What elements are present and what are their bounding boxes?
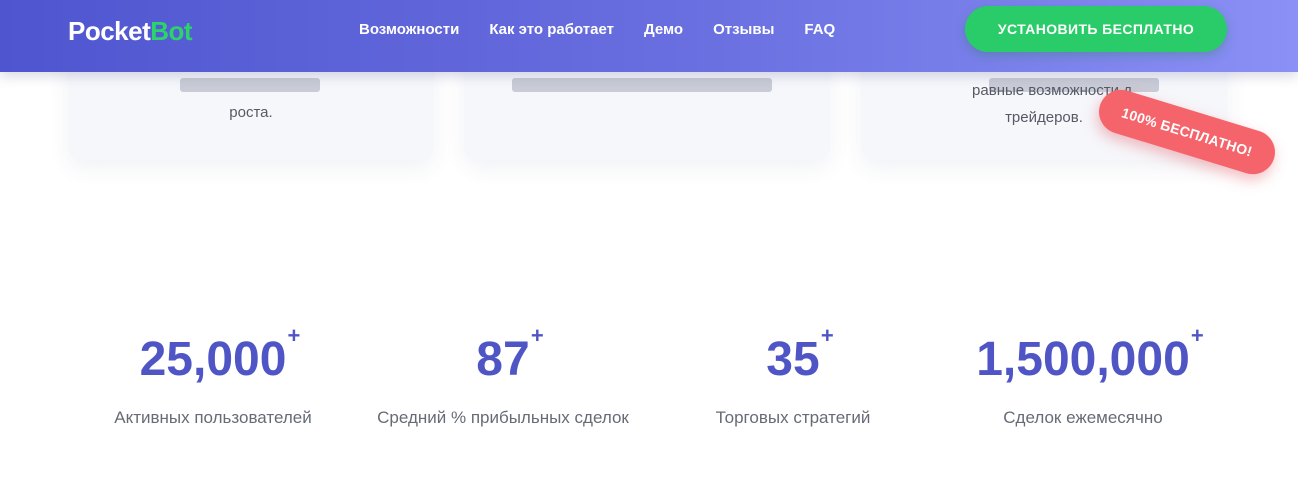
stat-plus: + [820,323,834,348]
nav-link-demo[interactable]: Демо [644,19,683,41]
nav-link-how-it-works[interactable]: Как это работает [489,19,614,41]
stat-plus: + [1190,323,1204,348]
stat-strategies: 35 + Торговых стратегий [648,324,938,430]
main-nav: Возможности Как это работает Демо Отзывы… [359,19,835,41]
logo-part-pocket: Pocket [68,16,151,46]
stat-value: 1,500,000 + [976,324,1204,390]
nav-link-reviews[interactable]: Отзывы [713,19,774,41]
nav-link-features[interactable]: Возможности [359,19,459,41]
partial-text-line [512,78,772,92]
stat-number: 35 [766,333,820,386]
stats-section: 25,000 + Активных пользователей 87 + Средн… [68,324,1228,430]
partial-text-line [180,78,320,92]
logo[interactable]: PocketBot [68,16,193,46]
feature-card-1-text: роста. [229,104,273,121]
logo-part-bot: Bot [150,16,193,46]
stat-label: Средний % прибыльных сделок [377,408,629,427]
stat-number: 25,000 [139,333,287,386]
site-header: PocketBot Возможности Как это работает Д… [0,0,1298,72]
stat-profitable-trades: 87 + Средний % прибыльных сделок [358,324,648,430]
stat-value: 35 + [766,324,833,390]
stat-label: Торговых стратегий [715,408,871,427]
feature-card-3-text-1: равные возможности д [972,82,1132,99]
nav-link-faq[interactable]: FAQ [804,19,835,41]
stat-monthly-trades: 1,500,000 + Сделок ежемесячно [938,324,1228,430]
stat-plus: + [287,323,301,348]
page: роста. равные возможности д трейдеров. P… [0,0,1298,492]
stat-label: Активных пользователей [114,408,312,427]
install-free-button[interactable]: УСТАНОВИТЬ БЕСПЛАТНО [965,6,1227,52]
stat-value: 25,000 + [139,324,301,390]
stat-number: 1,500,000 [976,333,1190,386]
stat-plus: + [530,323,544,348]
stat-label: Сделок ежемесячно [1003,408,1163,427]
stat-value: 87 + [476,324,543,390]
stat-active-users: 25,000 + Активных пользователей [68,324,358,430]
stat-number: 87 [476,333,530,386]
